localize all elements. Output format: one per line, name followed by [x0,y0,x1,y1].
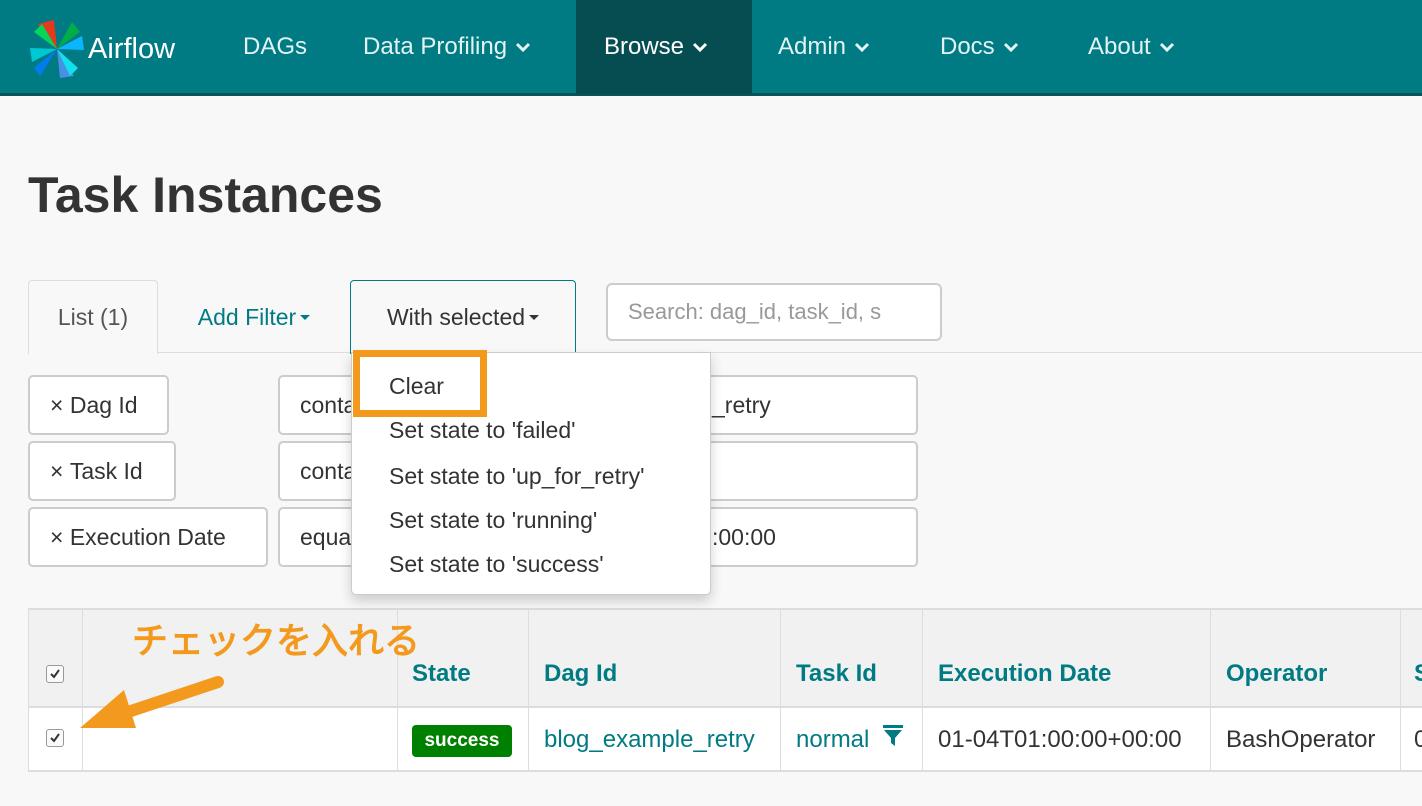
header-start-date[interactable]: S [1414,660,1422,688]
filter-value-task-id[interactable] [690,441,918,501]
annotation-text: チェックを入れる [132,620,421,661]
select-all-checkbox[interactable] [46,665,64,683]
close-icon: × [50,523,70,550]
row-checkbox[interactable] [46,729,64,747]
menu-item-set-failed[interactable]: Set state to 'failed' [389,417,576,444]
column-divider [28,608,29,772]
check-icon [50,669,60,679]
tab-list[interactable]: List (1) [28,280,158,354]
tab-with-selected[interactable]: With selected [350,280,576,354]
task-id-link[interactable]: normal [796,726,869,754]
filter-value-execution-date[interactable]: :00:00 [690,507,918,567]
page-title: Task Instances [28,167,383,223]
header-operator[interactable]: Operator [1226,660,1327,688]
header-execution-date[interactable]: Execution Date [938,660,1111,688]
chevron-down-icon [1159,42,1174,53]
header-state[interactable]: State [412,660,471,688]
dag-id-link[interactable]: blog_example_retry [544,726,755,754]
chevron-down-icon [1003,42,1018,53]
brand[interactable]: Airflow [28,18,175,80]
caret-down-icon [300,314,311,320]
nav-data-profiling[interactable]: Data Profiling [363,0,531,94]
annotation-arrow-icon [80,676,224,728]
filter-icon[interactable] [882,724,904,748]
column-divider [922,608,923,772]
operator-cell: BashOperator [1226,726,1376,753]
tab-add-filter[interactable]: Add Filter [178,280,330,354]
airflow-logo-icon [30,20,84,78]
nav-docs[interactable]: Docs [940,0,1019,94]
execution-date-cell: 01-04T01:00:00+00:00 [938,726,1182,753]
brand-name: Airflow [88,32,176,65]
column-divider [1400,608,1401,772]
chevron-down-icon [854,42,870,53]
header-task-id[interactable]: Task Id [796,660,877,688]
column-divider [780,608,781,772]
highlight-box [353,350,487,417]
navbar: Airflow DAGs Data Profiling Browse Admin… [0,0,1422,96]
close-icon: × [50,391,70,418]
column-divider [1210,608,1211,772]
filter-remove-task-id[interactable]: × Task Id [28,441,176,501]
status-badge: success [412,725,512,757]
nav-browse[interactable]: Browse [576,0,752,94]
filter-remove-dag-id[interactable]: × Dag Id [28,375,169,435]
nav-admin[interactable]: Admin [778,0,870,94]
menu-item-set-up-for-retry[interactable]: Set state to 'up_for_retry' [389,463,645,490]
close-icon: × [50,457,70,484]
check-icon [50,733,60,743]
header-dag-id[interactable]: Dag Id [544,660,617,688]
column-divider [528,608,529,772]
nav-about[interactable]: About [1088,0,1175,94]
filter-remove-execution-date[interactable]: × Execution Date [28,507,268,567]
nav-dags[interactable]: DAGs [243,0,307,94]
menu-item-set-running[interactable]: Set state to 'running' [389,507,597,534]
menu-item-set-success[interactable]: Set state to 'success' [389,551,604,578]
search-input[interactable] [606,283,942,341]
start-date-cell: 0 [1414,726,1422,753]
filter-value-dag-id[interactable]: _retry [690,375,918,435]
chevron-down-icon [692,42,708,53]
chevron-down-icon [516,42,531,53]
caret-down-icon [529,315,540,320]
